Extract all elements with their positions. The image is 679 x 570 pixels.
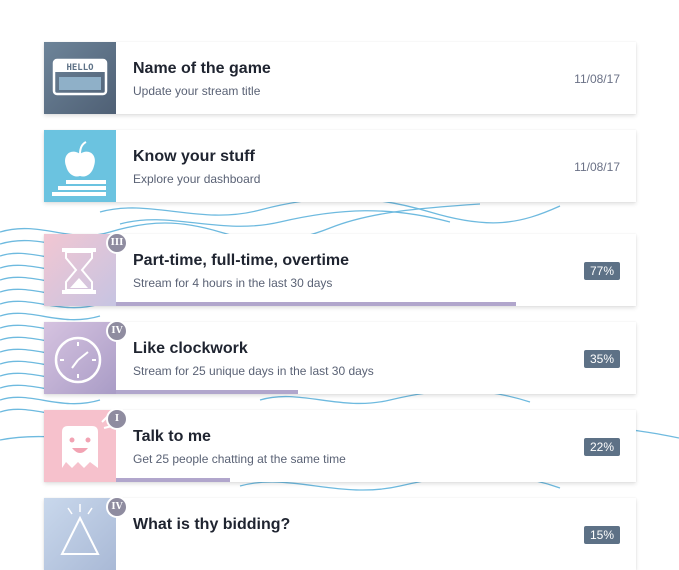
progress-bar	[116, 478, 636, 482]
progress-percent-badge: 22%	[583, 438, 620, 456]
apple-books-icon	[44, 130, 116, 202]
progress-percent-badge: 15%	[583, 526, 620, 544]
progress-percent-badge: 77%	[583, 262, 620, 280]
achievement-subtitle: Get 25 people chatting at the same time	[133, 452, 346, 466]
progress-fill	[116, 302, 517, 306]
hello-name-tag-icon: HELLO	[44, 42, 116, 114]
achievement-card-what-is-thy-bidding[interactable]: IV What is thy bidding? 15%	[44, 496, 636, 570]
achievement-title: Part-time, full-time, overtime	[133, 252, 350, 269]
progress-fill	[116, 390, 298, 394]
achievement-card-talk-to-me[interactable]: I Talk to me Get 25 people chatting at t…	[44, 408, 636, 482]
level-badge: IV	[106, 320, 128, 342]
progress-percent-badge: 35%	[583, 350, 620, 368]
progress-bar	[116, 302, 636, 306]
level-badge: I	[106, 408, 128, 430]
achievement-card-part-time[interactable]: III Part-time, full-time, overtime Strea…	[44, 232, 636, 306]
achievement-subtitle: Stream for 25 unique days in the last 30…	[133, 364, 374, 378]
progress-fill	[116, 478, 231, 482]
achievement-date: 11/08/17	[574, 72, 620, 86]
achievement-card-name-of-the-game[interactable]: HELLO Name of the game Update your strea…	[44, 42, 636, 114]
progress-bar	[116, 390, 636, 394]
svg-text:HELLO: HELLO	[66, 63, 94, 73]
achievement-subtitle: Stream for 4 hours in the last 30 days	[133, 276, 333, 290]
level-badge: IV	[106, 496, 128, 518]
achievement-title: Know your stuff	[133, 148, 255, 165]
achievement-card-know-your-stuff[interactable]: Know your stuff Explore your dashboard 1…	[44, 130, 636, 202]
achievement-title: What is thy bidding?	[133, 516, 291, 533]
achievement-title: Name of the game	[133, 60, 271, 77]
achievement-card-like-clockwork[interactable]: IV Like clockwork Stream for 25 unique d…	[44, 320, 636, 394]
level-badge: III	[106, 232, 128, 254]
achievement-title: Talk to me	[133, 428, 211, 445]
achievement-title: Like clockwork	[133, 340, 248, 357]
achievement-date: 11/08/17	[574, 160, 620, 174]
achievement-subtitle: Update your stream title	[133, 84, 261, 98]
achievement-subtitle: Explore your dashboard	[133, 172, 261, 186]
